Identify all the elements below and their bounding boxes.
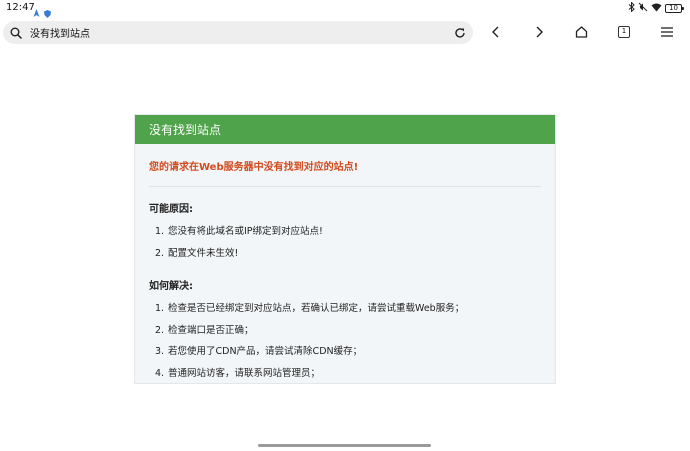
panel-header: 没有找到站点 bbox=[135, 115, 555, 144]
tabs-icon[interactable]: 1 bbox=[614, 22, 634, 42]
solutions-title: 如何解决: bbox=[149, 281, 193, 292]
error-panel: 没有找到站点 您的请求在Web服务器中没有找到对应的站点! 可能原因: 1. 您没… bbox=[134, 114, 556, 384]
solutions-list: 1. 检查是否已经绑定到对应站点，若确认已绑定，请尝试重载Web服务； 2. 检查端… bbox=[149, 298, 541, 384]
panel-body: 您的请求在Web服务器中没有找到对应的站点! 可能原因: 1. 您没有将此域名或I… bbox=[135, 158, 555, 384]
error-message: 您的请求在Web服务器中没有找到对应的站点! bbox=[149, 162, 359, 173]
status-right-icons: 10 bbox=[628, 1, 684, 15]
list-item: 4. 普通网站访客，请联系网站管理员； bbox=[155, 367, 321, 379]
address-text[interactable]: 没有找到站点 bbox=[30, 25, 90, 40]
divider bbox=[149, 186, 541, 187]
home-icon[interactable] bbox=[571, 22, 591, 42]
address-bar[interactable]: 没有找到站点 bbox=[3, 21, 473, 44]
gesture-bar[interactable] bbox=[258, 444, 431, 447]
menu-icon[interactable] bbox=[657, 22, 677, 42]
list-item: 3. 若您使用了CDN产品，请尝试清除CDN缓存； bbox=[155, 346, 363, 357]
battery-icon: 10 bbox=[665, 4, 684, 13]
browser-toolbar: 没有找到站点 1 bbox=[0, 18, 690, 46]
reasons-title: 可能原因: bbox=[149, 204, 193, 215]
back-icon[interactable] bbox=[486, 22, 506, 42]
list-item: 2. 检查端口是否正确； bbox=[155, 324, 254, 336]
tab-count: 1 bbox=[618, 26, 630, 38]
list-item: 1. 检查是否已经绑定到对应站点，若确认已绑定，请尝试重载Web服务； bbox=[155, 303, 465, 314]
bluetooth-icon bbox=[628, 1, 635, 15]
reasons-list: 1. 您没有将此域名或IP绑定到对应站点! 2. 配置文件未生效! bbox=[149, 221, 541, 264]
status-time: 12:47 bbox=[6, 2, 35, 13]
mute-icon bbox=[638, 2, 648, 15]
status-bar: 12:47 10 bbox=[0, 0, 690, 18]
search-icon bbox=[9, 26, 23, 40]
wifi-icon bbox=[651, 3, 662, 15]
forward-icon[interactable] bbox=[529, 22, 549, 42]
reload-icon[interactable] bbox=[452, 25, 467, 40]
list-item: 1. 您没有将此域名或IP绑定到对应站点! bbox=[155, 226, 323, 237]
list-item: 2. 配置文件未生效! bbox=[155, 247, 239, 259]
